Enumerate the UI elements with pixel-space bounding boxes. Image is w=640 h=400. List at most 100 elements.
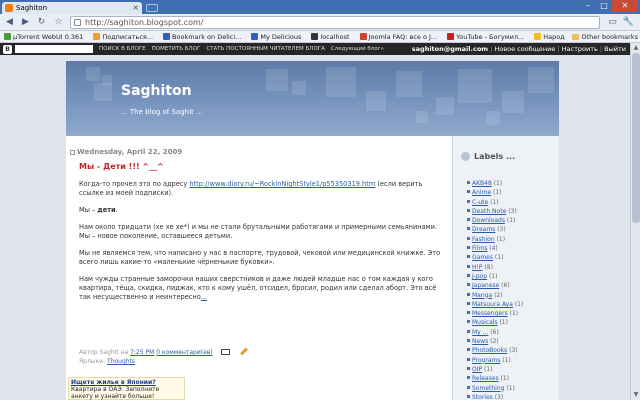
- back-icon[interactable]: ◀: [3, 16, 16, 29]
- label-item: Fashion (1): [467, 235, 523, 244]
- wrench-icon[interactable]: 🔧: [622, 16, 635, 29]
- bookmark-favicon-icon: [93, 33, 101, 40]
- minimize-button[interactable]: –: [580, 0, 596, 12]
- label-link[interactable]: Something: [472, 385, 504, 392]
- label-item: Programs (1): [467, 356, 523, 365]
- label-item: Films (4): [467, 244, 523, 253]
- diary-link[interactable]: http://www.diary.ru/~RockinNightStyle1/p…: [189, 180, 375, 188]
- bookmark-item[interactable]: My Delicious: [251, 33, 301, 41]
- customize-link[interactable]: Настроить: [562, 45, 598, 53]
- tab-close-icon[interactable]: ×: [132, 2, 139, 14]
- label-link[interactable]: Releases: [472, 375, 499, 382]
- label-link[interactable]: Messengers: [472, 310, 508, 317]
- address-bar[interactable]: http://saghiton.blogspot.com/: [70, 16, 600, 29]
- label-count: (3): [509, 347, 518, 355]
- scroll-down-icon[interactable]: ▼: [632, 391, 640, 399]
- next-blog-link[interactable]: Следующий блог»: [331, 46, 384, 52]
- address-url: http://saghiton.blogspot.com/: [85, 18, 204, 27]
- follow-blog-button[interactable]: СТАТЬ ПОСТОЯННЫМ ЧИТАТЕЛЕМ БЛОГА: [206, 46, 325, 52]
- label-link[interactable]: My ...: [472, 329, 488, 336]
- bookmark-item[interactable]: Подписаться...: [93, 33, 153, 41]
- close-window-button[interactable]: ✕: [612, 0, 638, 12]
- paragraph: Когда-то прочел это по адресу http://www…: [79, 180, 423, 197]
- label-link[interactable]: News: [472, 338, 488, 345]
- bullet-icon: [467, 246, 470, 250]
- bookmark-item[interactable]: Bookmark on Delici...: [163, 33, 241, 41]
- reload-icon[interactable]: ↻: [35, 16, 48, 29]
- label-link[interactable]: Thoughts: [107, 358, 135, 365]
- vertical-scrollbar[interactable]: ▲ ▼: [630, 43, 640, 400]
- sign-out-link[interactable]: Выйти: [604, 45, 626, 53]
- forward-icon[interactable]: ▶: [19, 16, 32, 29]
- bullet-icon: [467, 320, 470, 324]
- read-more-link[interactable]: ...: [201, 293, 207, 301]
- label-link[interactable]: Downloads: [472, 217, 505, 224]
- label-link[interactable]: Anime: [472, 189, 491, 196]
- label-item: Releases (1): [467, 374, 523, 383]
- paragraph: Мы – дети.: [79, 206, 118, 214]
- new-post-link[interactable]: Новое сообщение: [494, 45, 555, 53]
- bullet-icon: [467, 339, 470, 343]
- label-link[interactable]: Games: [472, 254, 493, 261]
- blog-search-input[interactable]: [15, 45, 93, 53]
- label-link[interactable]: OIP: [472, 366, 482, 373]
- label-item: Downloads (1): [467, 216, 523, 225]
- new-tab-button[interactable]: [146, 4, 158, 12]
- maximize-button[interactable]: □: [596, 0, 612, 12]
- label-link[interactable]: J-pop: [472, 273, 487, 280]
- ad-banner[interactable]: Ищете жилье в Японии? Квартира в ОАЭ. За…: [68, 377, 185, 400]
- folder-icon: [572, 34, 580, 40]
- blogger-logo-icon[interactable]: B: [3, 44, 12, 54]
- blog-title[interactable]: Saghiton: [121, 83, 192, 99]
- label-count: (1): [490, 198, 499, 206]
- label-link[interactable]: Films: [472, 245, 487, 252]
- label-link[interactable]: H!P: [472, 264, 483, 271]
- scroll-up-icon[interactable]: ▲: [632, 44, 640, 52]
- page-menu-icon[interactable]: ▭: [606, 16, 619, 29]
- browser-tab[interactable]: Saghiton ×: [2, 2, 142, 14]
- flag-blog-button[interactable]: ПОМЕТИТЬ БЛОГ: [152, 46, 201, 52]
- post-title[interactable]: Мы - Дети !!! ^__^: [79, 162, 164, 171]
- bookmark-item[interactable]: Joomla FAQ: все о J...: [359, 33, 437, 41]
- label-item: Something (1): [467, 384, 523, 393]
- label-link[interactable]: Stories: [472, 394, 493, 400]
- label-item: Anime (1): [467, 188, 523, 197]
- bookmark-star-icon[interactable]: ☆: [52, 16, 65, 29]
- bookmark-item[interactable]: µTorrent WebUI 0.361: [4, 33, 83, 41]
- bookmark-item[interactable]: YouTube - Богумил...: [447, 33, 524, 41]
- ad-title[interactable]: Ищете жилье в Японии?: [71, 379, 156, 386]
- label-count: (4): [489, 245, 498, 253]
- bullet-icon: [467, 236, 470, 240]
- sidebar: Labels ... AKB48 (1) Anime (1) C-ute (1) De…: [452, 136, 559, 400]
- label-link[interactable]: Musicals: [472, 319, 498, 326]
- paragraph: Мы не являемся тем, что написано у нас в…: [79, 249, 441, 266]
- label-link[interactable]: Fashion: [472, 236, 495, 243]
- other-bookmarks[interactable]: Other bookmarks: [568, 31, 638, 42]
- label-link[interactable]: Matsuura Aya: [472, 301, 513, 308]
- label-link[interactable]: Death Note: [472, 208, 506, 215]
- email-post-icon[interactable]: [220, 349, 230, 355]
- label-link[interactable]: AKB48: [472, 180, 492, 187]
- label-link[interactable]: C-ute: [472, 199, 488, 206]
- post-body: Когда-то прочел это по адресу http://www…: [79, 180, 442, 310]
- edit-post-icon[interactable]: [239, 347, 248, 356]
- label-link[interactable]: Manga: [472, 292, 492, 299]
- label-count: (1): [488, 272, 498, 280]
- label-count: (2): [494, 291, 503, 299]
- scroll-thumb[interactable]: [632, 53, 640, 223]
- bullet-icon: [467, 311, 470, 315]
- search-blog-button[interactable]: ПОИСК В БЛОГЕ: [99, 46, 146, 52]
- bullet-icon: [467, 385, 470, 389]
- label-count: (1): [496, 235, 506, 243]
- post-time-link[interactable]: 7:25 PM: [130, 349, 154, 356]
- label-link[interactable]: Dreams: [472, 226, 495, 233]
- label-item: H!P (8): [467, 263, 523, 272]
- label-link[interactable]: Japanese: [472, 282, 499, 289]
- comments-link[interactable]: 0 комментари(ев): [156, 349, 212, 356]
- label-link[interactable]: PhotoBooks: [472, 347, 507, 354]
- bookmark-favicon-icon: [251, 33, 259, 40]
- bookmark-item[interactable]: Народ: [534, 33, 565, 41]
- main-column: Wednesday, April 22, 2009 Мы - Дети !!! …: [66, 136, 452, 400]
- label-link[interactable]: Programs: [472, 357, 500, 364]
- bookmark-item[interactable]: localhost: [311, 33, 350, 41]
